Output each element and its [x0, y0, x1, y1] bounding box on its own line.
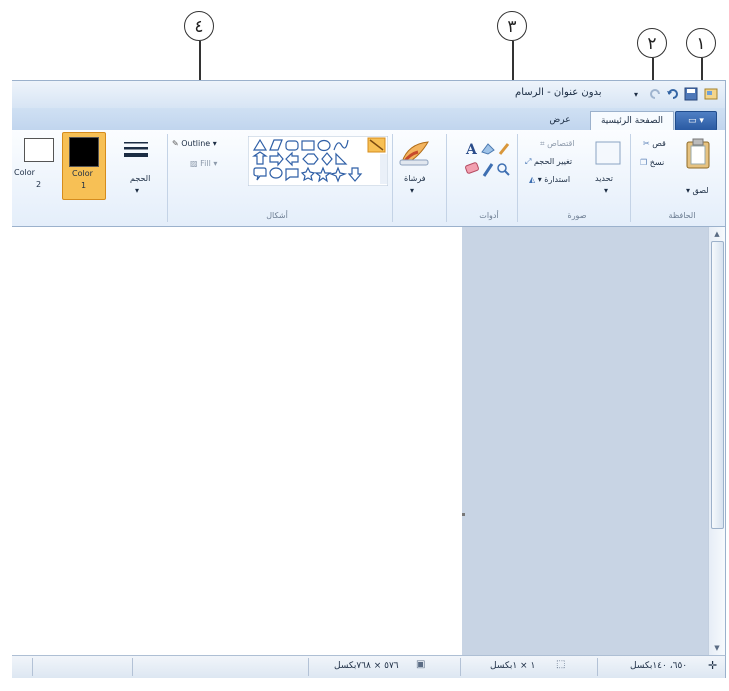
magnifier-icon [497, 163, 507, 173]
clipboard-group-label: الحافظة [668, 211, 696, 220]
cursor-crosshair-icon: ✛ [708, 659, 718, 672]
rotate-icon: ◭ [529, 175, 536, 184]
resize-icon: ⤢ [525, 157, 532, 166]
status-divider [597, 658, 598, 676]
customize-qat-arrow[interactable]: ▾ [634, 90, 638, 99]
brushes-label[interactable]: فرشاة [404, 174, 426, 183]
callout-3: ٣ [497, 11, 527, 41]
status-bar: ٦٥٠، ١٤٠بكسل ✛ ١ × ١بكسل ⬚ ٥٧٦ × ٧٦٨بكسل… [12, 655, 726, 678]
color2-label: Color [14, 168, 35, 177]
select-icon[interactable] [594, 140, 622, 166]
drawing-workspace: ▲ ▼ [12, 227, 726, 655]
group-separator [167, 134, 168, 222]
color-picker-icon [482, 163, 494, 177]
status-divider [32, 658, 33, 676]
group-separator [630, 134, 631, 222]
scissors-icon: ✂ [643, 139, 650, 148]
tools-group-label: أدوات [479, 211, 499, 220]
paint-menu-button[interactable]: ▭ ▾ [675, 111, 717, 131]
image-size: ٥٧٦ × ٧٦٨بكسل ▣ [334, 659, 426, 671]
selection-size: ١ × ١بكسل ⬚ [490, 659, 566, 671]
color1-label: Color [72, 169, 93, 178]
color2-swatch [24, 138, 54, 162]
torn-edge [12, 227, 26, 655]
rotate-button[interactable]: استدارة ▾ ◭ [529, 175, 570, 184]
image-size-icon: ▣ [416, 659, 426, 670]
copy-icon: ❐ [640, 158, 648, 167]
brushes-icon[interactable] [398, 138, 432, 168]
text-tool-icon: A [465, 142, 478, 158]
outline-icon: ✎ [172, 139, 179, 148]
crop-icon: ⌗ [540, 139, 545, 148]
color2-button[interactable]: Color 2 [12, 132, 56, 198]
scroll-thumb[interactable] [711, 241, 724, 529]
group-separator [517, 134, 518, 222]
scroll-down-arrow[interactable]: ▼ [709, 641, 725, 655]
size-icon[interactable] [122, 140, 150, 162]
paste-label[interactable]: لصق ▾ [686, 186, 709, 195]
cut-button[interactable]: قص ✂ [643, 139, 666, 148]
shapes-gallery-scroll[interactable] [380, 154, 387, 184]
eraser-icon [465, 162, 479, 174]
paint-app-icon [704, 88, 718, 100]
status-divider [132, 658, 133, 676]
color1-button[interactable]: Color 1 [62, 132, 106, 200]
shapes-group-label: أشكال [266, 211, 288, 220]
fill-button[interactable]: ▾ Fill ▨ [190, 159, 217, 168]
crop-button[interactable]: اقتصاص ⌗ [540, 139, 575, 149]
fill-icon: ▨ [190, 159, 198, 168]
title-bar: ▾ بدون عنوان - الرسام [12, 80, 726, 109]
vertical-scrollbar[interactable]: ▲ ▼ [708, 227, 725, 655]
tab-view[interactable]: عرض [536, 111, 584, 130]
brushes-dropdown-arrow[interactable]: ▾ [410, 186, 414, 195]
canvas-resize-handle[interactable] [462, 513, 465, 516]
ribbon-tabs: ▭ ▾ الصفحة الرئيسية عرض [12, 108, 726, 131]
status-divider [308, 658, 309, 676]
paint-menu-icon: ▭ [688, 116, 697, 126]
outline-button[interactable]: ▾ Outline ✎ [172, 139, 217, 148]
window-title: بدون عنوان - الرسام [515, 87, 602, 98]
group-separator [392, 134, 393, 222]
fill-bucket-icon [481, 143, 495, 155]
selection-icon: ⬚ [556, 659, 566, 670]
ribbon: لصق ▾ قص ✂ نسخ ❐ الحافظة تحديد ▾ اقتصاص … [12, 130, 726, 227]
group-separator [446, 134, 447, 222]
color1-index: 1 [81, 181, 87, 190]
select-label[interactable]: تحديد [595, 174, 613, 183]
size-dropdown-arrow[interactable]: ▾ [135, 186, 139, 195]
tools-palette: A [465, 142, 510, 177]
image-group-label: صورة [567, 211, 587, 220]
callout-1: ١ [686, 28, 716, 58]
tab-home[interactable]: الصفحة الرئيسية [590, 111, 674, 131]
color2-index: 2 [36, 180, 42, 189]
paint-window: ▾ بدون عنوان - الرسام ▭ ▾ الصفحة الرئيسي… [12, 80, 726, 685]
pencil-icon [498, 143, 510, 155]
scroll-up-arrow[interactable]: ▲ [709, 227, 725, 241]
resize-button[interactable]: تغيير الحجم ⤢ [525, 157, 572, 167]
size-label[interactable]: الحجم [130, 174, 150, 183]
callout-4: ٤ [184, 11, 214, 41]
shapes-gallery[interactable] [248, 136, 388, 186]
color1-swatch [69, 137, 99, 167]
select-dropdown-arrow[interactable]: ▾ [604, 186, 608, 195]
status-divider [460, 658, 461, 676]
save-icon[interactable] [684, 87, 698, 101]
undo-icon[interactable] [666, 87, 680, 101]
callout-2: ٢ [637, 28, 667, 58]
redo-icon[interactable] [648, 87, 662, 101]
cursor-position: ٦٥٠، ١٤٠بكسل ✛ [630, 659, 718, 672]
drawing-canvas[interactable] [12, 227, 462, 655]
paste-icon[interactable] [685, 138, 711, 170]
copy-button[interactable]: نسخ ❐ [640, 158, 664, 167]
